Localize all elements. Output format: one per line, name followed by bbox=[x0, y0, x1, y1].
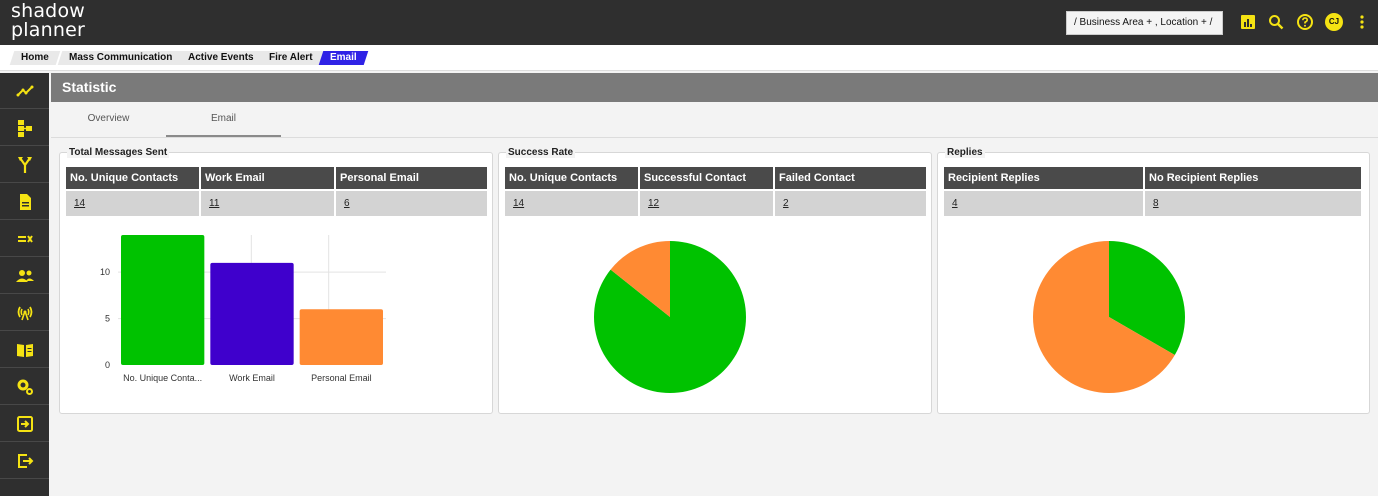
bar[interactable] bbox=[210, 262, 294, 365]
column-header: Successful Contact bbox=[640, 167, 773, 189]
replies-pie-chart bbox=[1033, 241, 1185, 393]
logo[interactable]: shadow planner bbox=[11, 2, 85, 40]
broadcast-icon bbox=[17, 306, 32, 320]
sidebar-item-broadcast[interactable] bbox=[0, 295, 49, 331]
bar-chart-icon[interactable] bbox=[1239, 13, 1257, 31]
column-header: No. Unique Contacts bbox=[66, 167, 199, 189]
sidebar-item-tasks[interactable] bbox=[0, 221, 49, 257]
column-header: Personal Email bbox=[336, 167, 487, 189]
tab-email[interactable]: Email bbox=[166, 102, 281, 137]
more-vertical-icon[interactable] bbox=[1353, 13, 1371, 31]
sidebar-item-people[interactable] bbox=[0, 258, 49, 294]
unique-contacts-link[interactable]: 14 bbox=[66, 191, 199, 216]
panel-total-messages: Total Messages Sent No. Unique Contacts … bbox=[59, 147, 493, 414]
sidebar-item-book[interactable] bbox=[0, 332, 49, 368]
breadcrumb-email[interactable]: Email bbox=[318, 51, 368, 65]
work-email-link[interactable]: 11 bbox=[201, 191, 334, 216]
panel-success-rate: Success Rate No. Unique Contacts Success… bbox=[498, 147, 932, 414]
y-tick-label: 5 bbox=[105, 314, 110, 324]
x-tick-label: Work Email bbox=[229, 373, 275, 383]
y-tick-label: 10 bbox=[100, 267, 110, 277]
task-list-icon bbox=[17, 234, 33, 243]
column-header: No. Unique Contacts bbox=[505, 167, 638, 189]
messages-bar-chart: 0 5 10 No. Unique Conta... Work Email Persona… bbox=[100, 235, 386, 383]
sidebar-item-hierarchy[interactable] bbox=[0, 110, 49, 146]
column-header: No Recipient Replies bbox=[1145, 167, 1361, 189]
search-icon[interactable] bbox=[1267, 13, 1285, 31]
login-icon bbox=[16, 415, 33, 432]
hierarchy-icon bbox=[17, 119, 32, 137]
column-header: Work Email bbox=[201, 167, 334, 189]
logout-icon bbox=[17, 453, 33, 468]
logo-line-2: planner bbox=[11, 19, 85, 41]
tab-overview[interactable]: Overview bbox=[51, 102, 166, 137]
table-header-row: No. Unique Contacts Successful Contact F… bbox=[505, 167, 926, 189]
breadcrumb-active-events[interactable]: Active Events bbox=[176, 51, 265, 65]
document-icon bbox=[19, 193, 31, 210]
sidebar-item-documents[interactable] bbox=[0, 184, 49, 220]
help-icon[interactable] bbox=[1296, 13, 1314, 31]
branch-icon bbox=[17, 156, 32, 173]
table-value-row: 14 12 2 bbox=[505, 191, 926, 216]
panel-title: Total Messages Sent bbox=[67, 147, 170, 158]
personal-email-link[interactable]: 6 bbox=[336, 191, 487, 216]
sidebar-item-login[interactable] bbox=[0, 406, 49, 442]
sidebar-item-settings[interactable] bbox=[0, 369, 49, 405]
column-header: Recipient Replies bbox=[944, 167, 1143, 189]
recipient-replies-link[interactable]: 4 bbox=[944, 191, 1143, 216]
sidebar bbox=[0, 73, 49, 496]
business-area-location-filter[interactable]: / Business Area + , Location + / bbox=[1066, 11, 1223, 35]
y-tick-label: 0 bbox=[105, 360, 110, 370]
panel-replies: Replies Recipient Replies No Recipient R… bbox=[937, 147, 1370, 414]
table-header-row: Recipient Replies No Recipient Replies bbox=[944, 167, 1361, 189]
section-header: Statistic bbox=[51, 73, 1378, 102]
sidebar-item-analytics[interactable] bbox=[0, 73, 49, 109]
panel-title: Replies bbox=[945, 147, 985, 158]
unique-contacts-link[interactable]: 14 bbox=[505, 191, 638, 216]
successful-contact-link[interactable]: 12 bbox=[640, 191, 773, 216]
failed-contact-link[interactable]: 2 bbox=[775, 191, 926, 216]
x-tick-label: No. Unique Conta... bbox=[123, 373, 202, 383]
bar[interactable] bbox=[121, 235, 205, 365]
analytics-icon bbox=[16, 85, 33, 96]
people-icon bbox=[15, 269, 34, 282]
success-rate-pie-chart bbox=[594, 241, 746, 393]
x-tick-label: Personal Email bbox=[311, 373, 372, 383]
section-title: Statistic bbox=[62, 79, 117, 95]
settings-icon bbox=[17, 379, 33, 395]
bar[interactable] bbox=[299, 309, 383, 365]
sidebar-item-logout[interactable] bbox=[0, 443, 49, 479]
avatar[interactable]: CJ bbox=[1325, 13, 1343, 31]
tab-bar: Overview Email bbox=[51, 102, 1378, 138]
book-icon bbox=[16, 343, 33, 357]
breadcrumb-fire-alert[interactable]: Fire Alert bbox=[257, 51, 324, 65]
breadcrumb-home[interactable]: Home bbox=[9, 51, 61, 65]
breadcrumb-mass-communication[interactable]: Mass Communication bbox=[57, 51, 184, 65]
column-header: Failed Contact bbox=[775, 167, 926, 189]
table-value-row: 14 11 6 bbox=[66, 191, 487, 216]
no-recipient-replies-link[interactable]: 8 bbox=[1145, 191, 1361, 216]
panel-title: Success Rate bbox=[506, 147, 576, 158]
table-value-row: 4 8 bbox=[944, 191, 1361, 216]
top-bar: shadow planner / Business Area + , Locat… bbox=[0, 0, 1378, 45]
breadcrumb: Home Mass Communication Active Events Fi… bbox=[0, 45, 1378, 71]
table-header-row: No. Unique Contacts Work Email Personal … bbox=[66, 167, 487, 189]
sidebar-item-branch[interactable] bbox=[0, 147, 49, 183]
